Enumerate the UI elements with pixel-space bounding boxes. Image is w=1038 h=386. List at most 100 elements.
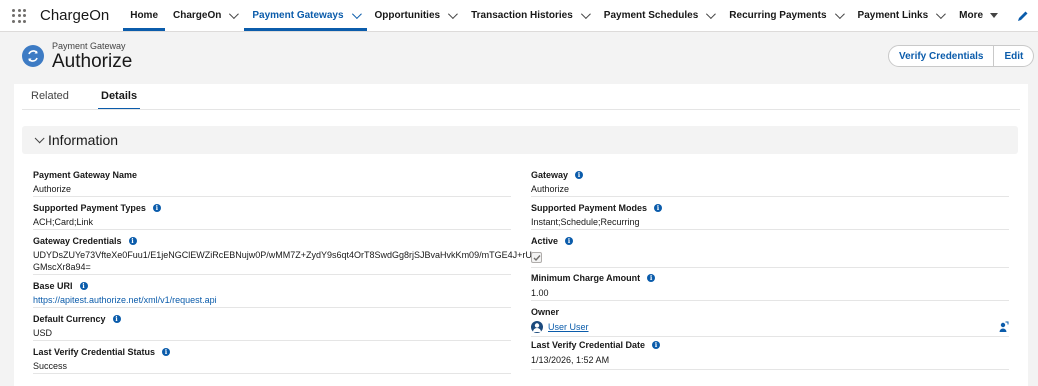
field-label-text: Payment Gateway Name xyxy=(33,170,138,180)
field-value: 1/13/2026, 1:52 AM xyxy=(531,355,610,365)
field-value: Authorize xyxy=(531,184,570,194)
nav-tab-label: Home xyxy=(130,10,159,21)
global-nav: ChargeOn Home ChargeOn Payment Gateways … xyxy=(0,0,1038,32)
field-supported-payment-modes: Supported Payment Modes i Instant;Schedul… xyxy=(531,203,1009,230)
nav-tab-label: ChargeOn xyxy=(173,10,222,21)
owner-link[interactable]: User User xyxy=(548,322,589,332)
field-label: Last Verify Credential Status i xyxy=(33,347,171,357)
info-icon[interactable]: i xyxy=(152,204,161,212)
field-value-line1: UDYDsZUYe73VfteXe0Fuu1/E1jeNGClEWZiRcEBN… xyxy=(33,250,537,260)
field-last-verify-credential-date: Last Verify Credential Date i 1/13/2026, … xyxy=(531,340,1009,370)
field-label-text: Gateway Credentials xyxy=(33,236,122,246)
record-actions: Verify Credentials Edit xyxy=(888,45,1035,67)
field-gateway-credentials: Gateway Credentials i UDYDsZUYe73VfteXe0F… xyxy=(33,236,536,275)
field-value: Success xyxy=(33,361,68,371)
field-default-currency: Default Currency i USD xyxy=(33,314,511,341)
nav-tab-label: More xyxy=(959,10,984,21)
verify-credentials-button[interactable]: Verify Credentials xyxy=(888,45,995,67)
field-label: Default Currency i xyxy=(33,314,121,324)
info-icon[interactable]: i xyxy=(565,237,574,245)
chevron-down-icon[interactable] xyxy=(834,9,845,20)
field-value-line2: GMscXr8a94= xyxy=(33,262,91,272)
field-active: Active i xyxy=(531,236,1009,268)
info-icon[interactable]: i xyxy=(162,348,171,356)
field-label: Supported Payment Types i xyxy=(33,203,161,213)
nav-tab-payment-gateways[interactable]: Payment Gateways xyxy=(244,0,367,31)
field-label-text: Base URI xyxy=(33,281,73,291)
info-icon[interactable]: i xyxy=(128,237,137,245)
field-owner: Owner User User xyxy=(531,307,1009,337)
field-gateway: Gateway i Authorize xyxy=(531,170,1009,197)
field-label: Supported Payment Modes i xyxy=(531,203,663,213)
field-label-text: Supported Payment Types xyxy=(33,203,146,213)
field-label: Base URI i xyxy=(33,281,88,291)
nav-tab-more[interactable]: More xyxy=(951,0,1006,31)
field-label-text: Last Verify Credential Status xyxy=(33,347,156,357)
edit-button[interactable]: Edit xyxy=(994,45,1035,67)
info-icon[interactable]: i xyxy=(652,341,661,349)
nav-tab-label: Opportunities xyxy=(374,10,441,21)
nav-tab-payment-links[interactable]: Payment Links xyxy=(850,0,952,31)
field-last-verify-credential-status: Last Verify Credential Status i Success xyxy=(33,347,511,374)
chevron-down-icon[interactable] xyxy=(936,9,947,20)
field-label-text: Default Currency xyxy=(33,314,106,324)
field-minimum-charge-amount: Minimum Charge Amount i 1.00 xyxy=(531,273,1009,301)
active-checkbox-icon xyxy=(531,252,542,263)
base-uri-link[interactable]: https://apitest.authorize.net/xml/v1/req… xyxy=(33,294,217,306)
field-label: Payment Gateway Name xyxy=(33,170,137,180)
field-value: USD xyxy=(33,328,53,338)
nav-tab-chargeon[interactable]: ChargeOn xyxy=(165,0,244,31)
payment-gateway-icon xyxy=(22,45,44,67)
field-value: Authorize xyxy=(33,184,72,194)
field-payment-gateway-name: Payment Gateway Name Authorize xyxy=(33,170,511,197)
field-label-text: Owner xyxy=(531,307,560,317)
tab-related[interactable]: Related xyxy=(31,90,69,108)
pencil-icon[interactable] xyxy=(1016,9,1030,23)
nav-tab-payment-schedules[interactable]: Payment Schedules xyxy=(596,0,721,31)
nav-tab-opportunities[interactable]: Opportunities xyxy=(367,0,464,31)
nav-tab-label: Transaction Histories xyxy=(471,10,573,21)
nav-tab-transaction-histories[interactable]: Transaction Histories xyxy=(463,0,596,31)
nav-tab-label: Recurring Payments xyxy=(729,10,827,21)
nav-tab-home[interactable]: Home xyxy=(123,0,165,31)
chevron-down-icon[interactable] xyxy=(351,9,362,20)
nav-tab-label: Payment Gateways xyxy=(252,10,344,21)
field-label: Gateway Credentials i xyxy=(33,236,137,246)
chevron-down-icon[interactable] xyxy=(706,9,717,20)
section-information-header[interactable]: Information xyxy=(22,126,1018,154)
change-owner-icon[interactable] xyxy=(997,321,1009,333)
chevron-down-icon[interactable] xyxy=(229,9,240,20)
field-label-text: Minimum Charge Amount xyxy=(531,273,641,283)
chevron-down-icon[interactable] xyxy=(448,9,458,20)
info-icon[interactable]: i xyxy=(647,274,656,282)
field-label: Last Verify Credential Date i xyxy=(531,340,661,350)
nav-tab-label: Payment Schedules xyxy=(603,10,699,21)
chevron-down-icon[interactable] xyxy=(580,9,591,20)
field-label: Gateway i xyxy=(531,170,584,180)
field-value: Instant;Schedule;Recurring xyxy=(531,217,640,227)
nav-tab-label: Payment Links xyxy=(857,10,929,21)
app-launcher-waffle-icon[interactable] xyxy=(4,0,34,31)
record-detail-card: Related Details Information Payment Gate… xyxy=(14,84,1028,386)
tab-details[interactable]: Details xyxy=(98,90,141,110)
field-base-uri: Base URI i https://apitest.authorize.net/… xyxy=(33,281,511,308)
field-label-text: Active xyxy=(531,236,559,246)
info-icon[interactable]: i xyxy=(79,282,88,290)
info-icon[interactable]: i xyxy=(654,204,663,212)
tab-divider xyxy=(22,109,1020,110)
nav-tab-recurring-payments[interactable]: Recurring Payments xyxy=(721,0,849,31)
record-type-label: Payment Gateway xyxy=(52,41,126,51)
field-value: ACH;Card;Link xyxy=(33,217,94,227)
section-title: Information xyxy=(48,132,119,148)
info-icon[interactable]: i xyxy=(575,171,584,179)
avatar-icon xyxy=(531,321,543,333)
info-icon[interactable]: i xyxy=(112,315,121,323)
field-label-text: Last Verify Credential Date xyxy=(531,340,646,350)
field-label: Minimum Charge Amount i xyxy=(531,273,656,283)
field-label: Active i xyxy=(531,236,574,246)
record-title: Authorize xyxy=(52,51,133,72)
field-value: 1.00 xyxy=(531,288,549,298)
chevron-down-icon xyxy=(34,132,45,143)
field-label-text: Gateway xyxy=(531,170,569,180)
caret-down-icon xyxy=(990,13,999,18)
